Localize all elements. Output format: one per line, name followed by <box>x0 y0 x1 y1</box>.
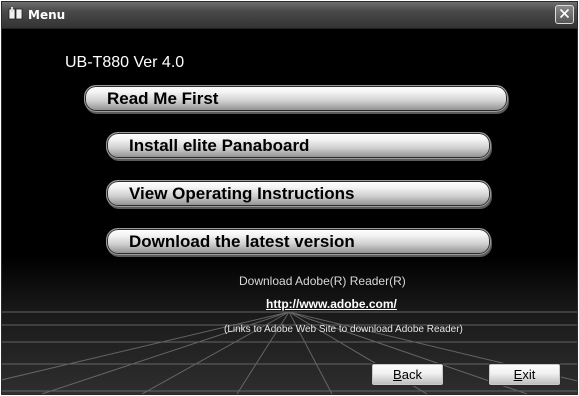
perspective-grid-background <box>2 29 577 394</box>
install-panaboard-button[interactable]: Install elite Panaboard <box>106 132 491 159</box>
adobe-reader-caption: Download Adobe(R) Reader(R) <box>239 274 406 288</box>
exit-button[interactable]: Exit <box>488 363 561 386</box>
product-version: UB-T880 Ver 4.0 <box>65 54 185 71</box>
adobe-link[interactable]: http://www.adobe.com/ <box>266 297 397 311</box>
book-icon <box>8 7 24 21</box>
back-button[interactable]: Back <box>371 363 444 386</box>
title-bar[interactable]: Menu <box>2 2 577 29</box>
view-instructions-button[interactable]: View Operating Instructions <box>106 180 491 207</box>
back-button-label: ack <box>401 367 422 382</box>
menu-panel: UB-T880 Ver 4.0 Read Me First Install el… <box>2 29 577 394</box>
close-button[interactable] <box>555 5 574 24</box>
window-title: Menu <box>28 8 66 22</box>
adobe-link-note: (Links to Adobe Web Site to download Ado… <box>224 324 463 335</box>
back-button-accel: B <box>393 367 402 382</box>
read-me-first-button[interactable]: Read Me First <box>84 85 508 112</box>
close-icon <box>559 6 570 24</box>
exit-button-label: xit <box>522 367 536 382</box>
download-latest-button[interactable]: Download the latest version <box>106 228 491 255</box>
menu-window: Menu UB-T880 Ver 4.0 Read Me First Insta… <box>1 1 578 395</box>
